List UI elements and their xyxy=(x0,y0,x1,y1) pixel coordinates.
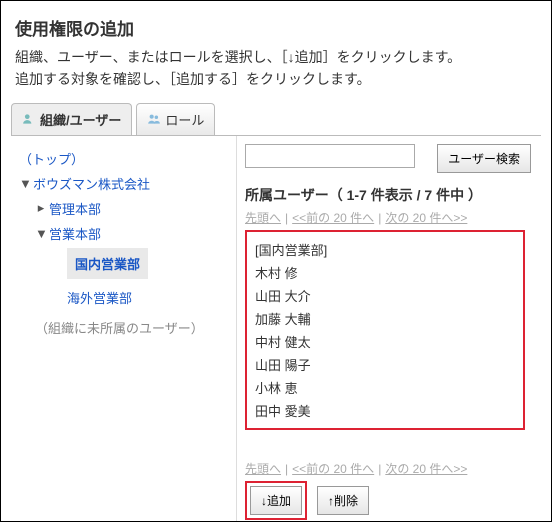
pager-first[interactable]: 先頭へ xyxy=(245,462,281,476)
tree-top[interactable]: （トップ） xyxy=(19,149,84,168)
tree-admin[interactable]: 管理本部 xyxy=(49,199,101,218)
people-icon xyxy=(22,112,36,126)
tab-label: ロール xyxy=(165,110,204,129)
user-list-group[interactable]: [国内営業部] xyxy=(255,238,515,261)
users-section-title: 所属ユーザー（ 1-7 件表示 / 7 件中 ） xyxy=(245,185,531,205)
pager-prev[interactable]: <<前の 20 件へ xyxy=(292,462,374,476)
add-button-highlight: ↓追加 xyxy=(245,481,307,520)
page-description: 組織、ユーザー、またはロールを選択し、［↓追加］をクリックします。 追加する対象… xyxy=(15,46,537,91)
tree-company[interactable]: ボウズマン株式会社 xyxy=(33,174,150,193)
pager-next[interactable]: 次の 20 件へ>> xyxy=(385,211,467,225)
list-item[interactable]: 田中 愛美 xyxy=(255,399,515,422)
org-tree: （トップ） ▼ボウズマン株式会社 ▸管理本部 ▼営業本部 国内営業部 海外営業部… xyxy=(15,136,236,522)
tree-sales[interactable]: 営業本部 xyxy=(49,224,101,243)
people-icon xyxy=(147,112,161,126)
add-button[interactable]: ↓追加 xyxy=(250,486,302,515)
pager-next[interactable]: 次の 20 件へ>> xyxy=(385,462,467,476)
user-list[interactable]: [国内営業部] 木村 修 山田 大介 加藤 大輔 中村 健太 山田 陽子 小林 … xyxy=(245,230,525,430)
tab-org-user[interactable]: 組織/ユーザー xyxy=(11,103,132,135)
page-title: 使用権限の追加 xyxy=(15,15,537,40)
tab-bar: 組織/ユーザー ロール xyxy=(11,103,541,136)
list-item[interactable]: 小林 恵 xyxy=(255,376,515,399)
tree-overseas[interactable]: 海外営業部 xyxy=(67,288,132,307)
caret-right-icon[interactable]: ▸ xyxy=(35,200,47,216)
tree-unassigned[interactable]: （組織に未所属のユーザー） xyxy=(19,318,230,337)
tab-role[interactable]: ロール xyxy=(136,103,215,135)
pager-top: 先頭へ|<<前の 20 件へ|次の 20 件へ>> xyxy=(245,209,531,226)
list-item[interactable]: 山田 陽子 xyxy=(255,353,515,376)
remove-button[interactable]: ↑削除 xyxy=(317,486,369,515)
list-item[interactable]: 中村 健太 xyxy=(255,330,515,353)
list-item[interactable]: 木村 修 xyxy=(255,261,515,284)
search-button[interactable]: ユーザー検索 xyxy=(437,144,531,173)
list-item[interactable]: 山田 大介 xyxy=(255,284,515,307)
pager-first[interactable]: 先頭へ xyxy=(245,211,281,225)
pager-bottom: 先頭へ|<<前の 20 件へ|次の 20 件へ>> xyxy=(245,460,531,477)
pager-prev[interactable]: <<前の 20 件へ xyxy=(292,211,374,225)
search-input[interactable] xyxy=(245,144,415,168)
caret-down-icon[interactable]: ▼ xyxy=(19,176,31,191)
tree-selected[interactable]: 国内営業部 xyxy=(67,248,148,279)
caret-down-icon[interactable]: ▼ xyxy=(35,226,47,241)
list-item[interactable]: 加藤 大輔 xyxy=(255,307,515,330)
tab-label: 組織/ユーザー xyxy=(40,110,121,129)
